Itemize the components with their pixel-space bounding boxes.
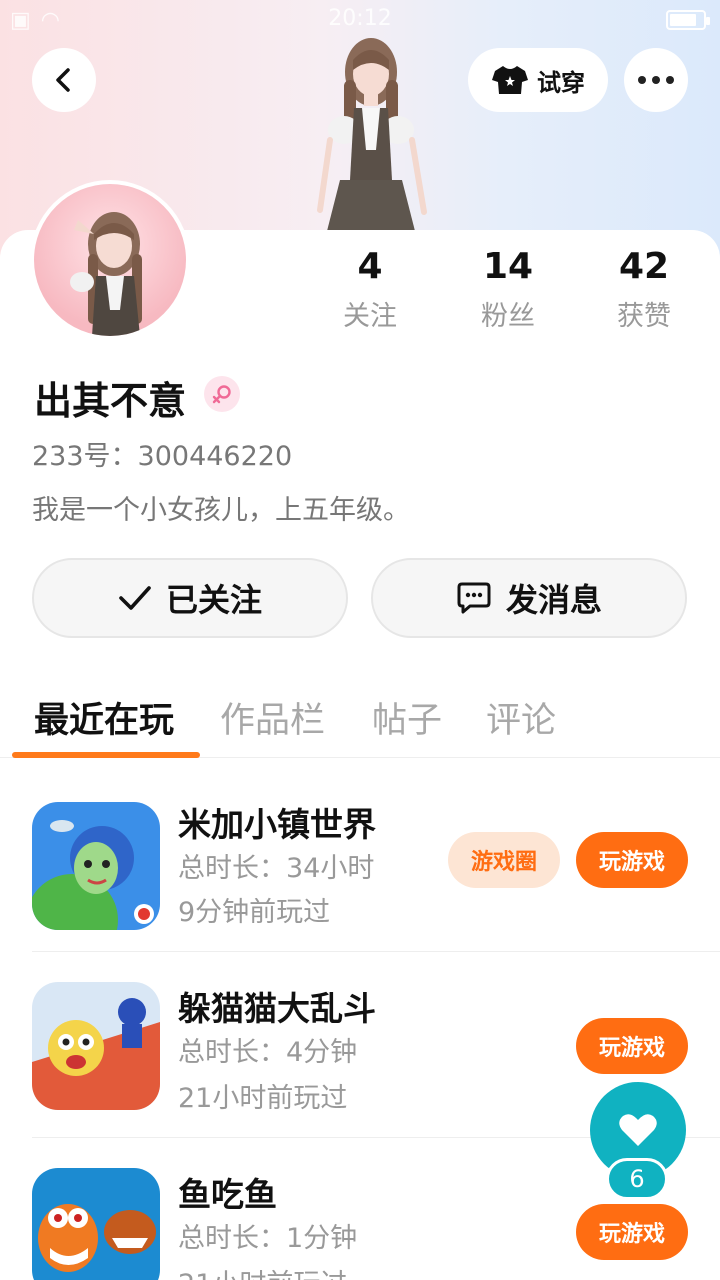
game-title: 躲猫猫大乱斗 (178, 989, 376, 1028)
avatar-image (34, 184, 186, 336)
chat-bubble-icon (457, 582, 491, 614)
avatar[interactable] (30, 180, 190, 340)
chevron-left-icon (56, 68, 70, 92)
status-bar: ▣ ◠ 20:12 (0, 0, 720, 40)
avatar-portrait-icon (70, 212, 142, 336)
following-button[interactable]: 已关注 (32, 558, 348, 638)
play-game-button[interactable]: 玩游戏 (576, 1204, 688, 1260)
active-tab-indicator (12, 752, 200, 758)
game-icon-hide-and-seek (32, 982, 160, 1110)
try-on-button[interactable]: 试穿 (468, 48, 608, 112)
stat-label: 粉丝 (481, 301, 535, 332)
list-item[interactable]: 米加小镇世界 总时长：34小时 9分钟前玩过 游戏圈 玩游戏 (0, 766, 720, 952)
profile-stats: 4 关注 14 粉丝 42 获赞 (300, 246, 720, 336)
game-title: 米加小镇世界 (178, 805, 376, 844)
heart-icon (619, 1114, 657, 1146)
more-dot (666, 76, 674, 84)
game-duration: 总时长：1分钟 (178, 1223, 358, 1254)
play-game-button[interactable]: 玩游戏 (576, 1018, 688, 1074)
game-last-played: 21小时前玩过 (178, 1083, 348, 1114)
tab-works[interactable]: 作品栏 (220, 692, 325, 743)
send-message-label: 发消息 (505, 581, 602, 619)
female-gender-icon (204, 376, 240, 412)
game-circle-button[interactable]: 游戏圈 (448, 832, 560, 888)
game-last-played: 21小时前玩过 (178, 1262, 347, 1280)
stat-label: 获赞 (617, 301, 671, 332)
tab-recently-played[interactable]: 最近在玩 (34, 692, 174, 743)
status-time: 20:12 (328, 6, 392, 31)
tab-comments[interactable]: 评论 (486, 692, 556, 743)
game-icon-toca-world (32, 802, 160, 930)
stat-followers[interactable]: 14 粉丝 (438, 246, 578, 333)
stat-value: 42 (618, 246, 670, 287)
check-icon (119, 586, 151, 610)
more-dot (652, 76, 660, 84)
avatar-character-figure (317, 38, 427, 235)
send-message-button[interactable]: 发消息 (371, 558, 687, 638)
game-duration: 总时长：4分钟 (178, 1037, 358, 1068)
stat-following[interactable]: 4 关注 (300, 246, 440, 333)
game-icon-fish-eat-fish (32, 1168, 160, 1280)
profile-uid: 233号：300446220 (32, 441, 293, 472)
game-last-played: 9分钟前玩过 (178, 897, 331, 928)
stat-value: 14 (482, 246, 534, 287)
profile-name: 出其不意 (34, 379, 187, 423)
shirt-icon (492, 66, 528, 94)
battery-icon (666, 10, 710, 30)
profile-tabs: 最近在玩 作品栏 帖子 评论 (0, 680, 720, 758)
more-dot (638, 76, 646, 84)
try-on-label: 试穿 (537, 68, 585, 97)
stat-likes[interactable]: 42 获赞 (574, 246, 714, 333)
like-count-badge: 6 (606, 1158, 668, 1200)
back-button[interactable] (32, 48, 96, 112)
following-label: 已关注 (165, 581, 262, 619)
game-title: 鱼吃鱼 (178, 1175, 277, 1214)
play-game-button[interactable]: 玩游戏 (576, 832, 688, 888)
game-duration: 总时长：34小时 (178, 853, 375, 884)
stat-value: 4 (357, 246, 383, 287)
tab-posts[interactable]: 帖子 (372, 692, 442, 743)
stat-label: 关注 (343, 301, 397, 332)
more-options-button[interactable] (624, 48, 688, 112)
profile-bio: 我是一个小女孩儿，上五年级。 (32, 495, 410, 526)
